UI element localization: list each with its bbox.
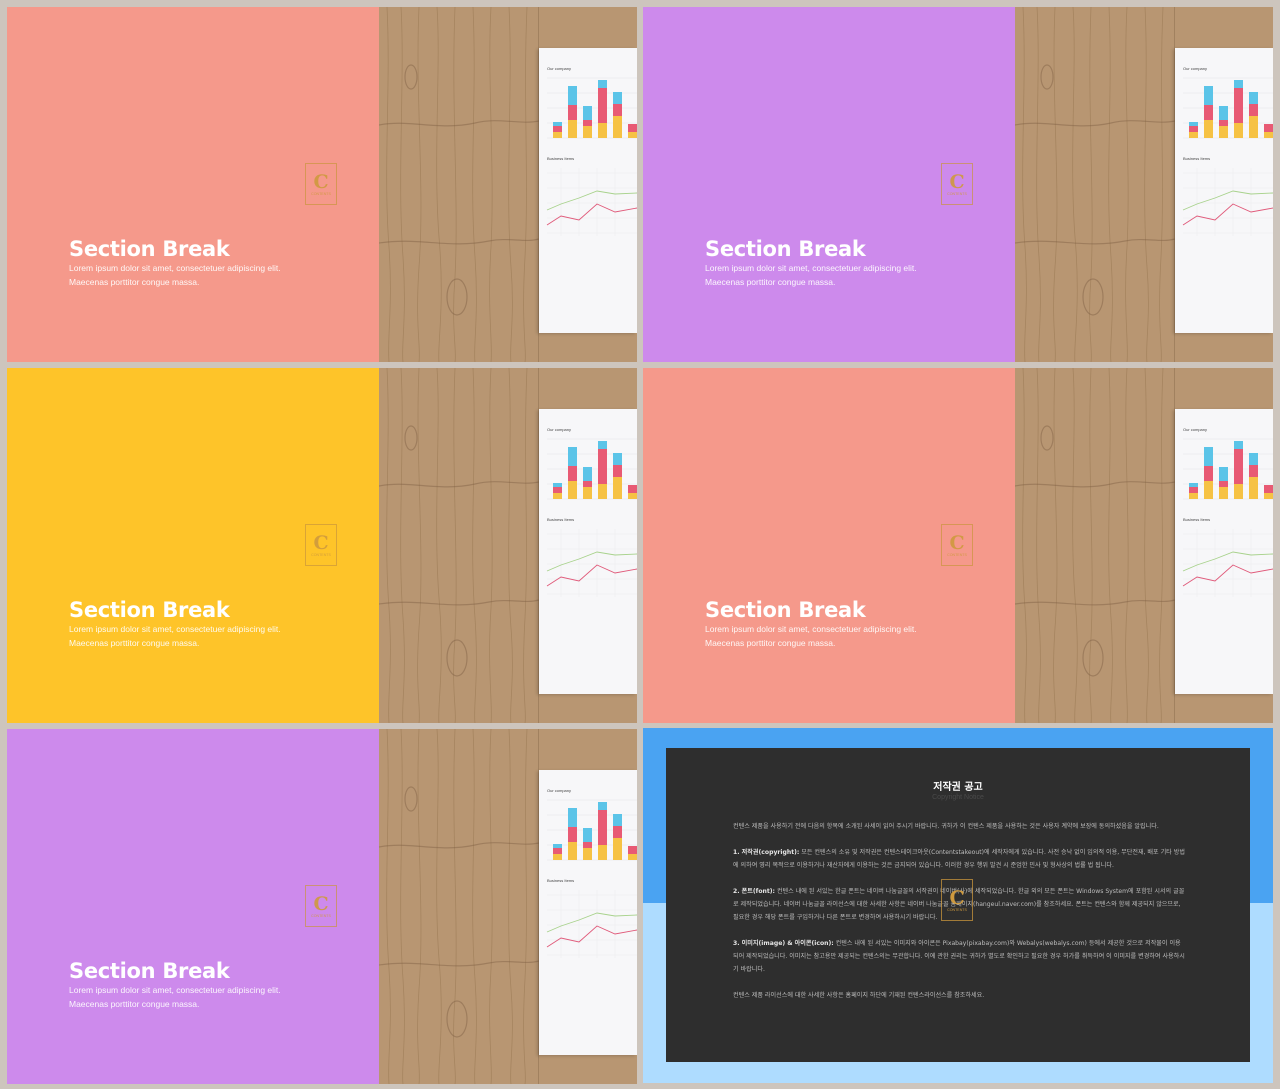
section-subtitle: Lorem ipsum dolor sit amet, consectetuer… (69, 263, 281, 287)
notice-item-label: 1. 저작권(copyright): (733, 849, 800, 856)
section-break-slide[interactable]: Our company Business Items C CONTENTS Se… (7, 7, 637, 362)
printed-charts: Our company Business Items (546, 66, 637, 236)
line-chart-label: Business Items (547, 156, 574, 161)
line-chart-label: Business Items (1183, 517, 1210, 522)
line-series-red (1182, 564, 1273, 587)
bar-chart-bars (553, 441, 637, 499)
logo-mark: C CONTENTS (947, 532, 967, 557)
line-series-green (546, 912, 637, 933)
copyright-notice-slide[interactable]: 저작권 공고 Copyright Notice 컨텐스 제품을 사용하기 전에 … (643, 728, 1273, 1083)
bar-chart-label: Our company (547, 66, 571, 71)
line-series-red (546, 925, 637, 948)
notice-item-text: 모든 컨텐스의 소유 및 저작권은 컨텐스테이크아웃(Contentstakeo… (733, 849, 1185, 869)
wood-texture-photo: Our company Business Items (379, 7, 637, 362)
notice-intro: 컨텐스 제품을 사용하기 전에 다음의 항목에 소개된 사세이 읽어 주시기 바… (733, 823, 1159, 830)
logo-text: CONTENTS (311, 553, 331, 557)
section-subtitle: Lorem ipsum dolor sit amet, consectetuer… (705, 263, 917, 287)
chart-paper-photo: Our company Business Items (1175, 409, 1273, 694)
chart-paper-photo: Our company Business Items (1175, 48, 1273, 333)
wood-texture-photo: Our company Business Items (379, 729, 637, 1084)
notice-card: 저작권 공고 Copyright Notice 컨텐스 제품을 사용하기 전에 … (666, 748, 1250, 1062)
section-title: Section Break (705, 598, 866, 622)
bar-chart-label: Our company (1183, 427, 1207, 432)
line-series-green (546, 551, 637, 572)
bar-chart-label: Our company (1183, 66, 1207, 71)
logo-mark: C CONTENTS (947, 171, 967, 196)
notice-title: 저작권 공고 (933, 782, 983, 793)
logo-letter: C (313, 171, 328, 193)
bar-chart-bars (553, 80, 637, 138)
section-title: Section Break (69, 598, 230, 622)
line-series-green (1182, 551, 1273, 572)
wood-texture-photo: Our company Business Items (379, 368, 637, 723)
contents-logo-icon: C CONTENTS (941, 163, 973, 205)
printed-charts: Our company Business Items (546, 427, 637, 597)
logo-text: CONTENTS (947, 553, 967, 557)
contents-logo-icon: C CONTENTS (941, 524, 973, 566)
bar-chart-bars (553, 802, 637, 860)
chart-paper-photo: Our company Business Items (539, 409, 637, 694)
chart-paper-photo: Our company Business Items (539, 48, 637, 333)
section-subtitle: Lorem ipsum dolor sit amet, consectetuer… (705, 624, 917, 648)
notice-item-label: 2. 폰트(font): (733, 888, 775, 895)
section-subtitle: Lorem ipsum dolor sit amet, consectetuer… (69, 985, 281, 1009)
bar-chart-label: Our company (547, 788, 571, 793)
notice-subtitle: Copyright Notice (932, 794, 984, 801)
logo-letter: C (313, 532, 328, 554)
contents-logo-icon: C CONTENTS (941, 879, 973, 921)
printed-charts: Our company Business Items (1182, 427, 1273, 597)
line-chart-label: Business Items (547, 517, 574, 522)
section-break-slide[interactable]: Our company Business Items C CONTENTS Se… (7, 368, 637, 723)
line-chart-label: Business Items (1183, 156, 1210, 161)
section-subtitle: Lorem ipsum dolor sit amet, consectetuer… (69, 624, 281, 648)
logo-letter: C (949, 171, 964, 193)
line-series-red (546, 203, 637, 226)
logo-text: CONTENTS (311, 914, 331, 918)
logo-letter: C (949, 532, 964, 554)
notice-item-label: 3. 이미지(image) & 아이콘(icon): (733, 940, 834, 947)
line-series-green (546, 190, 637, 211)
logo-text: CONTENTS (311, 192, 331, 196)
wood-texture-photo: Our company Business Items (1015, 368, 1273, 723)
logo-text: CONTENTS (947, 908, 967, 912)
logo-text: CONTENTS (947, 192, 967, 196)
section-break-slide[interactable]: Our company Business Items C CONTENTS Se… (7, 729, 637, 1084)
contents-logo-icon: C CONTENTS (305, 885, 337, 927)
logo-mark: C CONTENTS (311, 893, 331, 918)
notice-item: 3. 이미지(image) & 아이콘(icon): 컨텐스 내에 된 서있는 … (733, 937, 1185, 976)
printed-charts: Our company Business Items (546, 788, 637, 958)
bar-chart-label: Our company (547, 427, 571, 432)
printed-charts: Our company Business Items (1182, 66, 1273, 236)
chart-paper-photo: Our company Business Items (539, 770, 637, 1055)
logo-mark: C CONTENTS (947, 887, 967, 912)
logo-letter: C (949, 887, 964, 909)
section-break-slide[interactable]: Our company Business Items C CONTENTS Se… (643, 368, 1273, 723)
section-title: Section Break (69, 959, 230, 983)
line-series-red (546, 564, 637, 587)
section-title: Section Break (69, 237, 230, 261)
section-title: Section Break (705, 237, 866, 261)
wood-texture-photo: Our company Business Items (1015, 7, 1273, 362)
section-break-slide[interactable]: Our company Business Items C CONTENTS Se… (643, 7, 1273, 362)
line-series-green (1182, 190, 1273, 211)
logo-mark: C CONTENTS (311, 171, 331, 196)
notice-item: 1. 저작권(copyright): 모든 컨텐스의 소유 및 저작권은 컨텐스… (733, 846, 1185, 872)
line-series-red (1182, 203, 1273, 226)
logo-letter: C (313, 893, 328, 915)
bar-chart-bars (1189, 80, 1273, 138)
notice-outro: 컨텐스 제품 라이선스에 대한 사세한 사항은 홈페이지 하단에 기재된 컨텐스… (733, 992, 985, 999)
bar-chart-bars (1189, 441, 1273, 499)
line-chart-label: Business Items (547, 878, 574, 883)
logo-mark: C CONTENTS (311, 532, 331, 557)
contents-logo-icon: C CONTENTS (305, 163, 337, 205)
contents-logo-icon: C CONTENTS (305, 524, 337, 566)
